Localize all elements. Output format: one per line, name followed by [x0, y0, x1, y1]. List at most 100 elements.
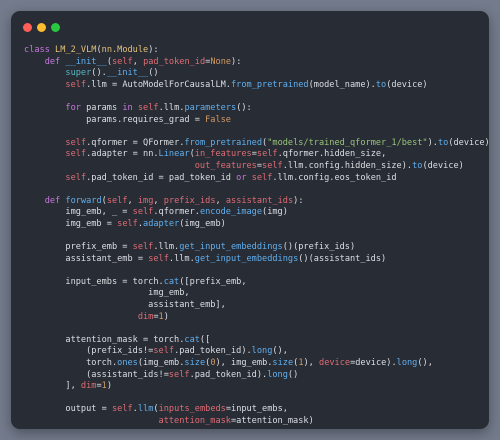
- code-line: def forward(self, img, prefix_ids, assis…: [24, 196, 489, 208]
- code-token: get_input_embeddings: [194, 253, 299, 264]
- code-line: class LM_2_VLM(nn.Module):: [24, 45, 489, 57]
- code-token: ():: [236, 102, 252, 113]
- code-token: torch.: [24, 358, 118, 369]
- code-token: ),: [303, 358, 320, 369]
- minimize-button[interactable]: [37, 23, 46, 32]
- code-token: input_embs = torch.: [24, 276, 164, 287]
- code-token: adapter: [143, 218, 180, 229]
- maximize-button[interactable]: [51, 23, 60, 32]
- code-token: =attention_mask): [230, 416, 314, 426]
- code-token: out_features: [194, 160, 257, 171]
- code-token: (device): [386, 79, 428, 90]
- code-token: =input_embs,: [225, 404, 288, 415]
- code-token: ([: [199, 334, 211, 345]
- code-token: self: [168, 369, 190, 380]
- code-line: input_embs = torch.cat([prefix_emb,: [24, 277, 489, 289]
- code-line: self.qformer = QFormer.from_pretrained("…: [24, 138, 489, 150]
- code-token: params.requires_grad =: [24, 114, 206, 125]
- code-line: attention_mask = torch.cat([: [24, 335, 489, 347]
- code-token: in_features: [194, 149, 252, 160]
- code-line: (assistant_ids!=self.pad_token_id).long(…: [24, 370, 489, 382]
- code-token: for: [65, 102, 87, 113]
- code-token: self: [256, 149, 278, 160]
- code-line: output = self.llm(inputs_embeds=input_em…: [24, 404, 489, 416]
- code-token: .llm.: [158, 102, 185, 113]
- code-token: img_emb, _ =: [24, 207, 133, 218]
- code-token: LM_2_VLM: [55, 45, 97, 55]
- code-token: .qformer.: [153, 207, 200, 218]
- code-token: ],: [24, 381, 81, 392]
- code-token: (model_name).: [308, 79, 376, 90]
- code-token: from_pretrained: [184, 137, 263, 148]
- code-token: long: [251, 346, 273, 357]
- code-token: device: [319, 358, 351, 369]
- code-token: ,: [153, 195, 164, 206]
- code-token: (img_emb.: [137, 358, 185, 369]
- code-token: =device).: [350, 358, 397, 369]
- code-token: get_input_embeddings: [179, 242, 283, 253]
- code-token: Linear: [158, 149, 190, 160]
- code-token: cat: [163, 276, 180, 287]
- code-token: attention_mask: [158, 416, 231, 426]
- code-token: .pad_token_id).: [189, 369, 268, 380]
- close-button[interactable]: [23, 23, 32, 32]
- code-token: long: [267, 369, 288, 380]
- code-token: self: [65, 172, 87, 183]
- code-token: (): [287, 369, 299, 380]
- code-token: (device): [422, 160, 464, 171]
- code-token: self: [112, 56, 133, 67]
- code-token: self: [132, 242, 154, 253]
- code-token: self: [111, 404, 133, 415]
- code-token: super: [65, 68, 92, 79]
- code-token: self: [148, 253, 169, 264]
- code-token: output =: [24, 404, 112, 415]
- code-line: (prefix_ids!=self.pad_token_id).long(),: [24, 346, 489, 358]
- code-token: pad_token_id: [143, 56, 206, 67]
- code-token: self: [132, 207, 154, 218]
- code-token: self: [106, 195, 128, 206]
- code-token: False: [205, 114, 231, 125]
- code-token: or: [236, 172, 252, 183]
- code-token: None: [210, 56, 232, 67]
- code-line: dim=1): [24, 312, 489, 324]
- code-token: img_emb =: [24, 218, 118, 229]
- code-token: encode_image: [199, 207, 263, 218]
- code-token: (device): [448, 137, 489, 148]
- code-token: (prefix_ids!=: [24, 346, 154, 357]
- code-token: size: [184, 358, 206, 369]
- code-token: long: [396, 358, 418, 369]
- code-line: out_features=self.llm.config.hidden_size…: [24, 161, 489, 173]
- code-line: ...: [24, 428, 489, 429]
- code-token: ):: [148, 45, 159, 55]
- code-token: attention_mask = torch.: [24, 334, 185, 345]
- code-token: ()(prefix_ids): [282, 242, 356, 253]
- code-line: params.requires_grad = False: [24, 115, 489, 127]
- code-token: to: [412, 160, 423, 171]
- code-token: .llm.config.hidden_size).: [282, 160, 413, 171]
- code-token: ...: [24, 428, 81, 429]
- code-line: torch.ones(img_emb.size(0), img_emb.size…: [24, 358, 489, 370]
- code-block: class LM_2_VLM(nn.Module): def __init__(…: [24, 45, 489, 429]
- code-line: attention_mask=attention_mask): [24, 416, 489, 428]
- code-token: assistant_emb =: [24, 253, 149, 264]
- code-line: assistant_emb = self.llm.get_input_embed…: [24, 254, 489, 266]
- code-token: ): [106, 381, 113, 392]
- code-token: assistant_ids: [225, 195, 294, 206]
- code-token: .llm.: [153, 242, 180, 253]
- code-token: __init__: [106, 68, 149, 79]
- code-token: ones: [117, 358, 138, 369]
- code-token: size: [272, 358, 294, 369]
- code-token: ,: [215, 195, 226, 206]
- code-token: ), img_emb.: [215, 358, 273, 369]
- code-token: ().: [91, 68, 107, 79]
- code-token: class: [24, 45, 56, 55]
- code-token: to: [437, 137, 449, 148]
- code-token: self: [262, 160, 283, 171]
- code-line: prefix_emb = self.llm.get_input_embeddin…: [24, 242, 489, 254]
